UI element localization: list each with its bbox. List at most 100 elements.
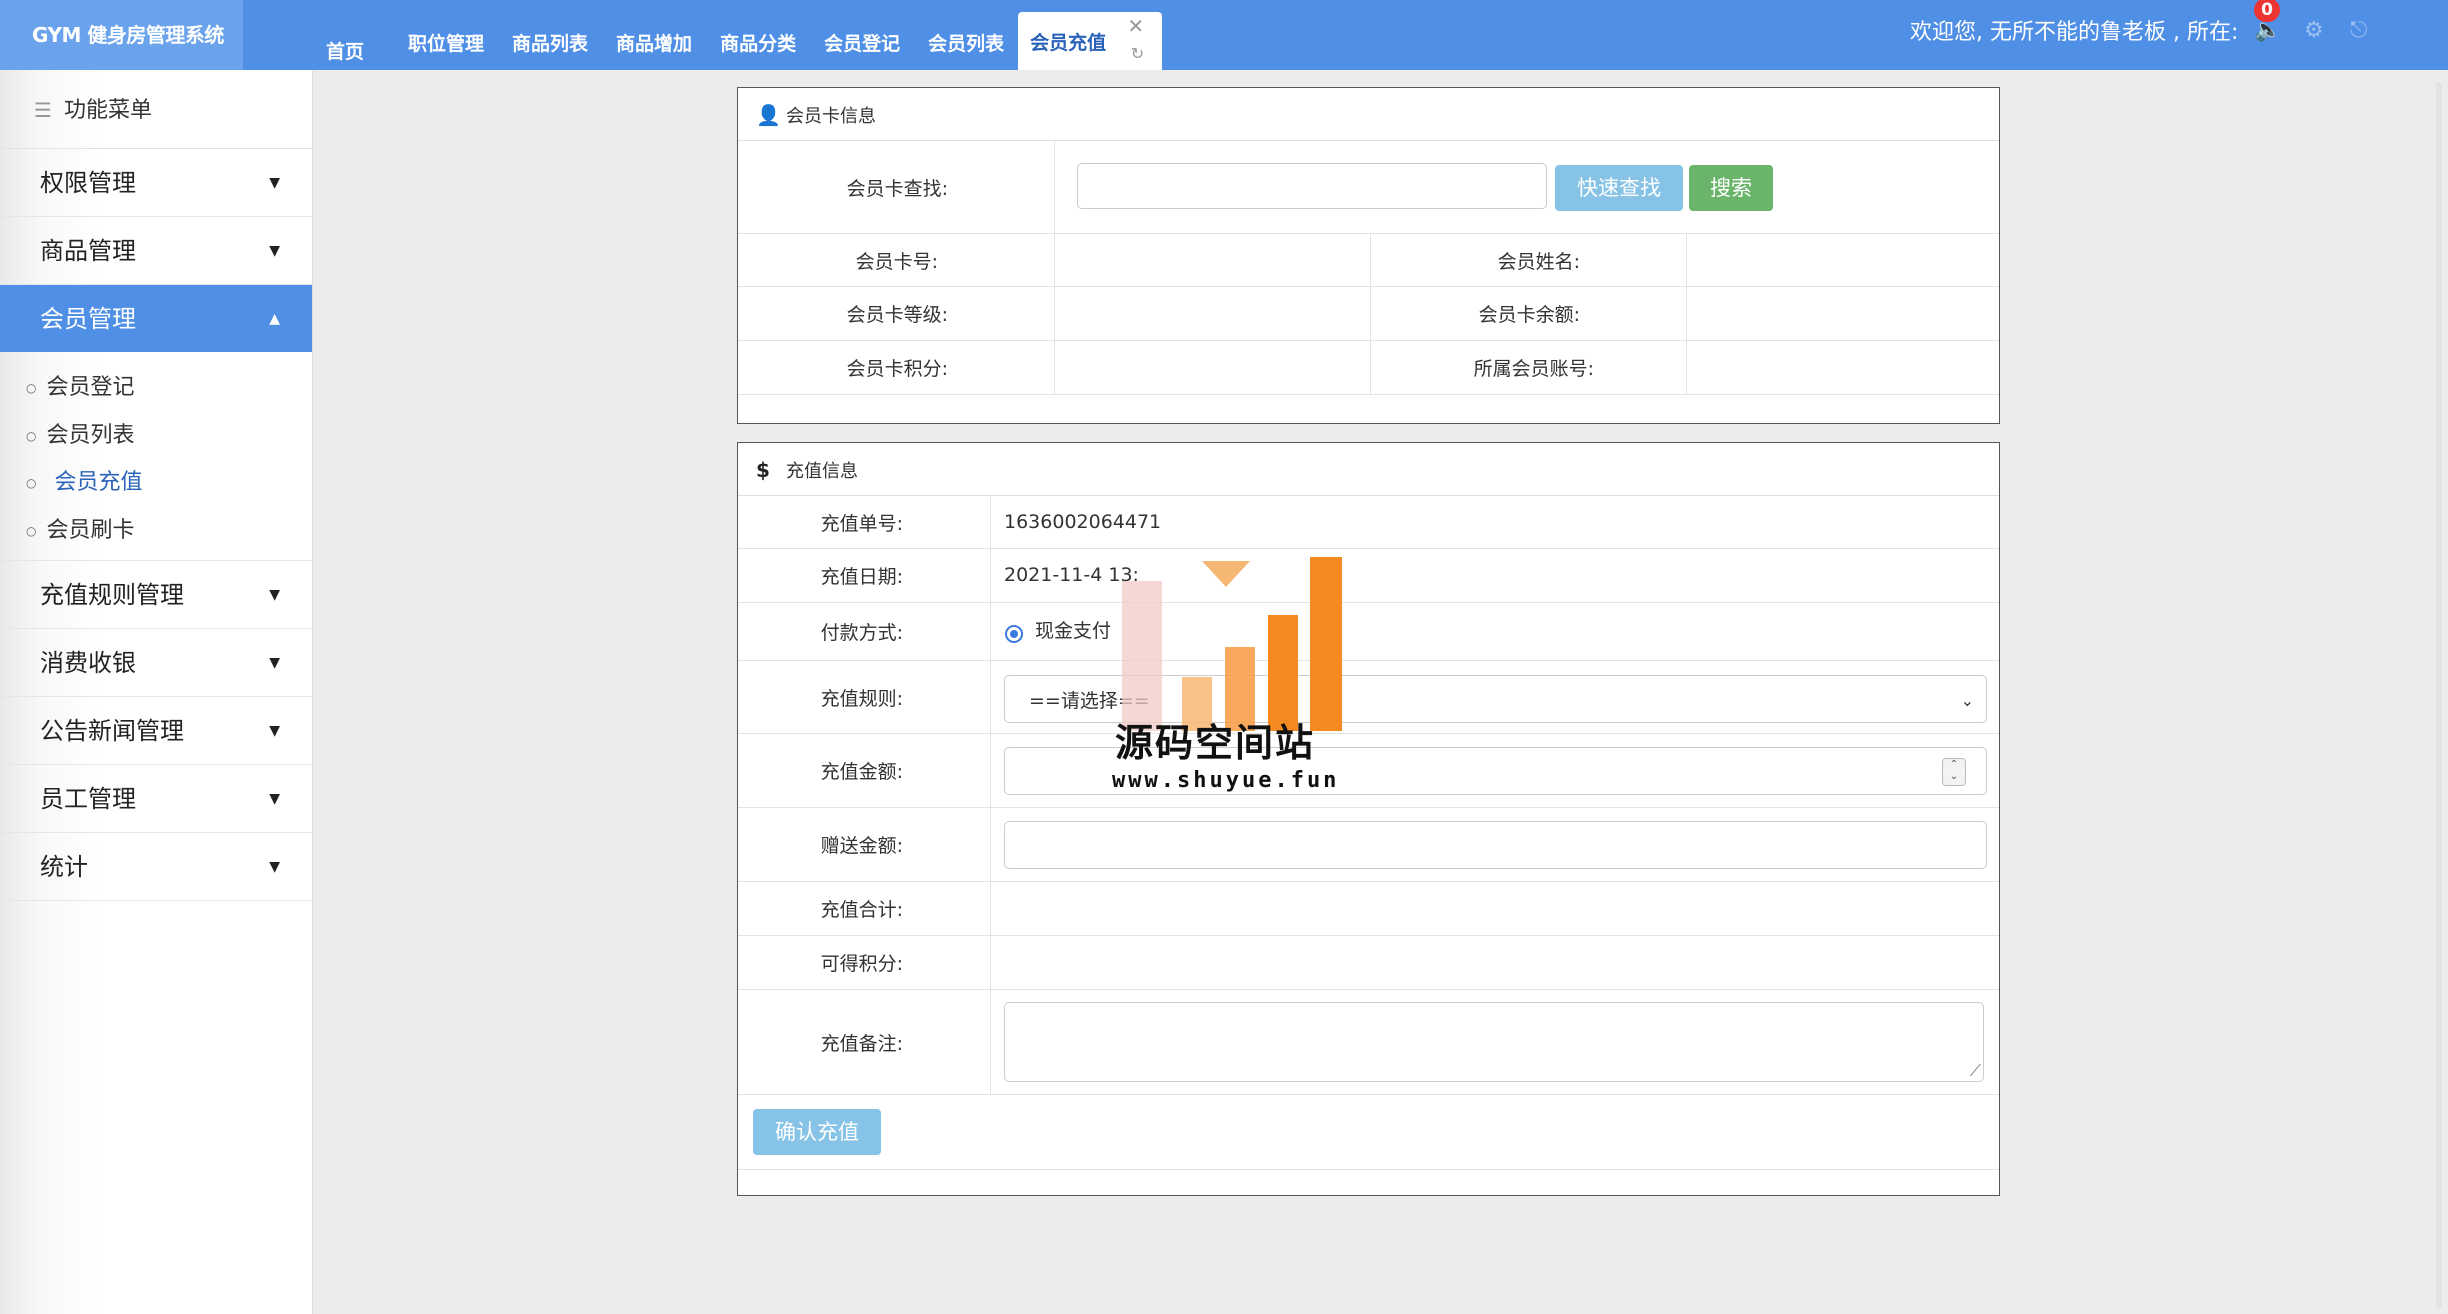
gift-input[interactable] xyxy=(1004,821,1987,869)
tab-product-list[interactable]: 商品列表 xyxy=(498,0,602,70)
confirm-recharge-button[interactable]: 确认充值 xyxy=(753,1109,881,1155)
member-submenu: ○ 会员登记 ○ 会员列表 ○ 会员充值 ○ 会员刷卡 xyxy=(0,352,312,560)
tab-member-recharge-label: 会员充值 xyxy=(1030,32,1107,54)
gift-row: 赠送金额: xyxy=(738,808,1999,882)
app-logo: GYM 健身房管理系统 xyxy=(0,0,243,70)
submenu-label: 会员充值 xyxy=(54,470,143,495)
welcome-text: 欢迎您, 无所不能的鲁老板 , 所在: xyxy=(1910,20,2239,45)
order-no-label: 充值单号: xyxy=(820,512,903,535)
total-label: 充值合计: xyxy=(820,899,903,921)
menu-icon[interactable]: ☰ xyxy=(34,98,52,122)
sidebar-item-label: 会员管理 xyxy=(40,305,136,333)
note-textarea[interactable]: ⟋ xyxy=(1004,1002,1984,1082)
sidebar-item-news[interactable]: 公告新闻管理 ▼ xyxy=(0,697,312,765)
submenu-label: 会员登记 xyxy=(46,375,135,400)
bullet-icon: ○ xyxy=(26,381,37,395)
sidebar-item-products[interactable]: 商品管理 ▼ xyxy=(0,217,312,285)
page-scrollbar[interactable] xyxy=(2432,70,2448,1314)
sidebar-item-label: 公告新闻管理 xyxy=(40,717,184,745)
logout-icon[interactable]: ⎋ xyxy=(2350,18,2367,43)
payment-label: 付款方式: xyxy=(820,622,903,644)
recharge-panel-title: 充值信息 xyxy=(786,461,858,482)
sidebar-item-label: 商品管理 xyxy=(40,237,136,265)
tab-product-add[interactable]: 商品增加 xyxy=(602,0,706,70)
submenu-label: 会员列表 xyxy=(46,422,135,448)
caret-down-icon: ▼ xyxy=(269,243,280,259)
sidebar-item-statistics[interactable]: 统计 ▼ xyxy=(0,833,312,901)
notification-badge: 0 xyxy=(2254,0,2280,22)
bullet-icon: ○ xyxy=(26,428,37,443)
card-search-input[interactable] xyxy=(1077,163,1547,209)
submenu-member-register[interactable]: ○ 会员登记 xyxy=(0,364,312,412)
submenu-member-list[interactable]: ○ 会员列表 xyxy=(0,412,312,460)
resize-handle-icon[interactable]: ⟋ xyxy=(1970,1061,1981,1081)
sidebar-item-members[interactable]: 会员管理 ▲ xyxy=(0,285,312,352)
tab-member-list[interactable]: 会员列表 xyxy=(914,0,1018,70)
tab-bar: 首页 职位管理 商品列表 商品增加 商品分类 会员登记 会员列表 会员充值 ✕ … xyxy=(312,0,1163,70)
card-points-label: 会员卡积分: xyxy=(846,358,948,380)
sidebar-item-recharge-rules[interactable]: 充值规则管理 ▼ xyxy=(0,560,312,629)
recharge-panel-header: $ 充值信息 xyxy=(738,443,1999,496)
sidebar-item-label: 权限管理 xyxy=(40,169,136,197)
cash-payment-label: 现金支付 xyxy=(1035,620,1112,642)
sidebar-item-label: 统计 xyxy=(40,853,88,881)
sidebar-item-label: 消费收银 xyxy=(40,649,136,677)
refresh-icon[interactable]: ↻ xyxy=(1131,46,1144,62)
tab-member-register[interactable]: 会员登记 xyxy=(810,0,914,70)
recharge-panel: $ 充值信息 充值单号: 1636002064471 充值日期: 2021-11-… xyxy=(737,442,2000,1196)
rule-row: 充值规则: ==请选择== ⌄ xyxy=(738,661,1999,734)
number-spinner-icon[interactable]: ⌃ ⌄ xyxy=(1942,758,1966,786)
confirm-row: 确认充值 xyxy=(738,1095,1999,1170)
sidebar-item-cashier[interactable]: 消费收银 ▼ xyxy=(0,629,312,697)
total-row: 充值合计: xyxy=(738,882,1999,936)
caret-down-icon: ▼ xyxy=(269,859,280,875)
rule-label: 充值规则: xyxy=(820,687,903,710)
caret-up-icon: ▲ xyxy=(269,311,280,327)
caret-down-icon: ▼ xyxy=(269,723,280,739)
card-no-label: 会员卡号: xyxy=(855,250,938,273)
tab-product-category[interactable]: 商品分类 xyxy=(706,0,810,70)
chevron-down-icon: ⌄ xyxy=(1960,691,1974,710)
payment-row: 付款方式: 现金支付 xyxy=(738,603,1999,661)
quick-search-button[interactable]: 快速查找 xyxy=(1555,165,1683,211)
watermark-title: 源码空间站 xyxy=(1115,721,1316,765)
search-button[interactable]: 搜索 xyxy=(1689,165,1773,211)
caret-down-icon: ▼ xyxy=(269,655,280,671)
points-row: 可得积分: xyxy=(738,936,1999,990)
date-label: 充值日期: xyxy=(820,566,903,588)
sidebar-item-staff[interactable]: 员工管理 ▼ xyxy=(0,765,312,833)
bullet-icon: ○ xyxy=(26,523,37,538)
amount-row: 充值金额: ⌃ ⌄ xyxy=(738,734,1999,808)
member-account-label: 所属会员账号: xyxy=(1473,358,1594,380)
submenu-member-recharge[interactable]: ○ 会员充值 xyxy=(0,459,312,507)
card-search-row: 会员卡查找: 快速查找 搜索 xyxy=(738,141,1999,234)
member-card-panel: 👤 会员卡信息 会员卡查找: 快速查找 搜索 会员卡号: 会员姓名: 会员卡等级:… xyxy=(737,87,2000,424)
dollar-icon: $ xyxy=(756,458,770,482)
submenu-member-swipe[interactable]: ○ 会员刷卡 xyxy=(0,507,312,555)
watermark-url: www.shuyue.fun xyxy=(1112,768,1340,793)
date-value: 2021-11-4 13: xyxy=(1004,564,1139,586)
card-search-label: 会员卡查找: xyxy=(846,177,948,200)
gift-label: 赠送金额: xyxy=(820,835,903,857)
sidebar-item-label: 员工管理 xyxy=(40,785,136,813)
note-label: 充值备注: xyxy=(820,1032,903,1055)
caret-down-icon: ▼ xyxy=(269,587,280,603)
settings-icon[interactable]: ⚙ xyxy=(2304,18,2324,43)
menu-title-label: 功能菜单 xyxy=(63,98,152,123)
member-name-label: 会员姓名: xyxy=(1497,250,1580,273)
member-card-panel-title: 会员卡信息 xyxy=(786,106,876,127)
tab-home[interactable]: 首页 xyxy=(312,0,394,70)
menu-title: ☰ 功能菜单 xyxy=(0,70,312,149)
rule-select-value: ==请选择== xyxy=(1029,690,1150,712)
order-no-row: 充值单号: 1636002064471 xyxy=(738,496,1999,549)
date-row: 充值日期: 2021-11-4 13: xyxy=(738,549,1999,603)
order-no-value: 1636002064471 xyxy=(1004,511,1162,533)
tab-member-recharge[interactable]: 会员充值 ✕ ↻ xyxy=(1018,12,1163,70)
caret-down-icon: ▼ xyxy=(269,175,280,191)
sidebar-item-permission[interactable]: 权限管理 ▼ xyxy=(0,149,312,217)
scrollbar-thumb[interactable] xyxy=(2436,82,2442,1308)
cash-payment-radio[interactable] xyxy=(1005,625,1023,643)
tab-position-management[interactable]: 职位管理 xyxy=(394,0,498,70)
close-icon[interactable]: ✕ xyxy=(1127,16,1144,36)
caret-down-icon: ▼ xyxy=(269,791,280,807)
